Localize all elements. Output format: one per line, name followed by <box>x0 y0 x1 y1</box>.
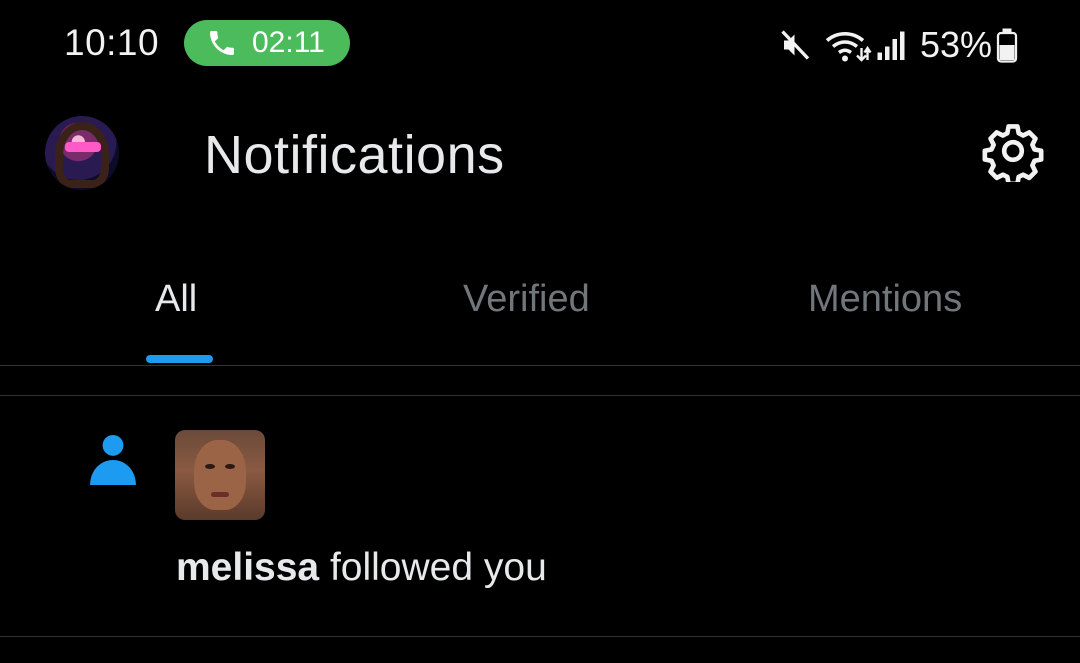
wifi-icon <box>825 31 872 62</box>
notification-item[interactable]: melissa followed you <box>0 396 1080 636</box>
call-duration: 02:11 <box>252 26 325 59</box>
page-title: Notifications <box>204 125 505 185</box>
battery-percent: 53% <box>919 24 992 65</box>
status-bar: 10:10 02:11 53% <box>0 0 1080 88</box>
avatar-eye <box>205 464 215 469</box>
signal-icon <box>877 31 905 60</box>
notification-action: followed you <box>329 546 547 589</box>
battery-icon <box>996 28 1018 63</box>
ongoing-call-pill[interactable]: 02:11 <box>184 20 350 66</box>
phone-icon <box>210 31 234 55</box>
tab-mentions[interactable]: Mentions <box>808 278 962 321</box>
active-tab-indicator <box>146 355 213 363</box>
tab-verified[interactable]: Verified <box>463 278 590 321</box>
gear-icon[interactable] <box>982 120 1044 182</box>
tab-all[interactable]: All <box>155 278 197 321</box>
mute-icon <box>781 30 810 60</box>
notification-text: melissa followed you <box>176 546 547 590</box>
avatar-mouth <box>211 492 229 497</box>
profile-avatar[interactable] <box>45 116 119 190</box>
follower-avatar[interactable] <box>175 430 265 520</box>
list-divider <box>0 636 1080 637</box>
notification-tabs: All Verified Mentions <box>0 260 1080 366</box>
avatar-visor <box>65 142 101 152</box>
status-icons: 53% <box>778 24 1018 66</box>
avatar-face <box>194 440 246 510</box>
avatar-hair <box>55 122 109 188</box>
status-time: 10:10 <box>64 22 160 63</box>
notification-user[interactable]: melissa <box>176 546 319 589</box>
avatar-eye <box>225 464 235 469</box>
person-icon <box>90 435 136 485</box>
tabs-divider <box>0 365 1080 366</box>
